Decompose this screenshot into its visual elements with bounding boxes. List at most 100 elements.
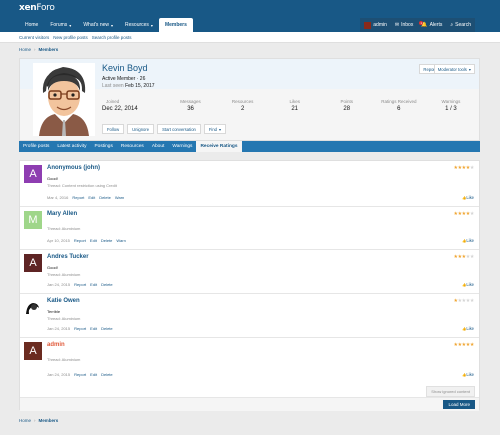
rating-thread[interactable]: Thread: Aluminium [47,357,80,362]
avatar[interactable]: A [24,342,42,360]
rating-thread[interactable]: Thread: Aluminium [47,272,80,277]
report-link[interactable]: Report [74,372,86,377]
like-label: Like [466,238,474,243]
nav-label: Members [164,22,187,28]
stat-messages[interactable]: Messages 36 [165,99,217,112]
breadcrumb-members[interactable]: Members [39,418,59,423]
rating-date[interactable]: Jan 24, 2015 [47,372,70,377]
rating-row: A Andres Tucker Good! Thread: Aluminium Jan … [20,250,479,294]
warn-link[interactable]: Warn [115,195,124,200]
alerts-label: Alerts [429,22,443,28]
report-link[interactable]: Report [74,282,86,287]
chevron-down-icon: ▾ [219,126,222,132]
tab-resources[interactable]: Resources [117,141,148,152]
follow-button[interactable]: Follow [102,124,125,134]
search-button[interactable]: ⌕ Search [446,18,475,32]
breadcrumb: Home › Members [0,43,500,55]
rating-comment: Terrible [47,309,61,314]
rater-name[interactable]: Andres Tucker [47,254,89,260]
ratings-list: Show ignored content Load More A Anonymou… [19,160,480,411]
report-link[interactable]: Report [74,326,86,331]
stat-label: Likes [289,99,300,104]
tab-latest-activity[interactable]: Latest activity [53,141,90,152]
rater-name[interactable]: Mary Allen [47,211,77,217]
nav-resources[interactable]: Resources ▾ [119,18,159,32]
tab-about[interactable]: About [148,141,169,152]
star-icon: ★ [469,212,474,217]
delete-link[interactable]: Delete [101,372,113,377]
load-more-button[interactable]: Load More [443,400,475,409]
profile-name: Kevin Boyd [102,63,148,73]
warn-link[interactable]: Warn [116,238,125,243]
rater-name[interactable]: admin [47,342,65,348]
tab-postings[interactable]: Postings [90,141,116,152]
like-button[interactable]: 👍Like [462,238,474,243]
start-conversation-button[interactable]: Start conversation [157,124,201,134]
rating-date[interactable]: Apr 10, 2015 [47,238,70,243]
nav-label: What's new [83,22,109,28]
stat-joined: Joined Dec 22, 2014 [102,99,165,112]
rating-date[interactable]: Mar 4, 2016 [47,195,68,200]
start-conversation-label: Start conversation [162,126,196,132]
avatar[interactable]: A [24,254,42,272]
show-ignored-button[interactable]: Show ignored content [426,386,475,397]
nav-home[interactable]: Home [19,18,44,32]
rater-name[interactable]: Anonymous (john) [47,165,100,171]
tab-profile-posts[interactable]: Profile posts [19,141,53,152]
stat-value: 1 / 3 [445,106,457,112]
rating-thread[interactable]: Thread: Aluminium [47,316,80,321]
like-button[interactable]: 👍Like [462,195,474,200]
delete-link[interactable]: Delete [99,195,111,200]
breadcrumb-home[interactable]: Home [19,47,31,52]
like-label: Like [466,282,474,287]
alerts-button[interactable]: 🔔 1 Alerts [417,18,447,32]
site-logo[interactable]: xenForo [19,3,55,13]
subnav-new-profile-posts[interactable]: New profile posts [53,35,88,40]
chevron-down-icon: ▾ [468,66,471,72]
unignore-button[interactable]: Unignore [127,124,155,134]
edit-link[interactable]: Edit [90,326,97,331]
nav-whats-new[interactable]: What's new ▾ [77,18,119,32]
rating-thread[interactable]: Thread: Aluminium [47,226,80,231]
profile-avatar[interactable] [33,63,95,136]
report-link[interactable]: Report [72,195,84,200]
moderator-tools-button[interactable]: Moderator tools ▾ [433,64,475,74]
avatar[interactable]: A [24,165,42,183]
like-button[interactable]: 👍Like [462,282,474,287]
rating-comment: Good! [47,176,58,181]
account-menu[interactable]: admin [360,18,391,32]
mod-tools-label: Moderator tools [437,66,467,72]
nav-members[interactable]: Members [158,18,193,32]
inbox-button[interactable]: ✉ Inbox [390,18,418,32]
list-footer [20,397,479,411]
stat-resources[interactable]: Resources 2 [217,99,269,112]
edit-link[interactable]: Edit [90,372,97,377]
subnav-search-profile-posts[interactable]: Search profile posts [92,35,132,40]
breadcrumb-members[interactable]: Members [39,47,59,52]
avatar[interactable]: M [24,211,42,229]
rating-thread[interactable]: Thread: Content restriction using Credit [47,183,117,188]
delete-link[interactable]: Delete [101,282,113,287]
report-link[interactable]: Report [74,238,86,243]
like-button[interactable]: 👍Like [462,372,474,377]
rating-date[interactable]: Jan 24, 2015 [47,282,70,287]
edit-link[interactable]: Edit [90,238,97,243]
tab-receive-ratings[interactable]: Receive Ratings [196,141,242,152]
delete-link[interactable]: Delete [101,326,113,331]
edit-link[interactable]: Edit [90,282,97,287]
like-label: Like [466,372,474,377]
rater-name[interactable]: Katie Owen [47,298,80,304]
rating-date[interactable]: Jan 24, 2015 [47,326,70,331]
like-button[interactable]: 👍Like [462,326,474,331]
find-button[interactable]: Find ▾ [203,124,227,134]
envelope-icon: ✉ [394,22,400,28]
edit-link[interactable]: Edit [88,195,95,200]
breadcrumb-home[interactable]: Home [19,418,31,423]
stat-points[interactable]: Points 28 [321,99,373,112]
subnav-current-visitors[interactable]: Current visitors [19,35,49,40]
tab-warnings[interactable]: Warnings [168,141,196,152]
delete-link[interactable]: Delete [101,238,113,243]
stat-warnings: Warnings 1 / 3 [425,99,477,112]
avatar[interactable] [24,298,42,316]
nav-forums[interactable]: Forums ▾ [44,18,77,32]
